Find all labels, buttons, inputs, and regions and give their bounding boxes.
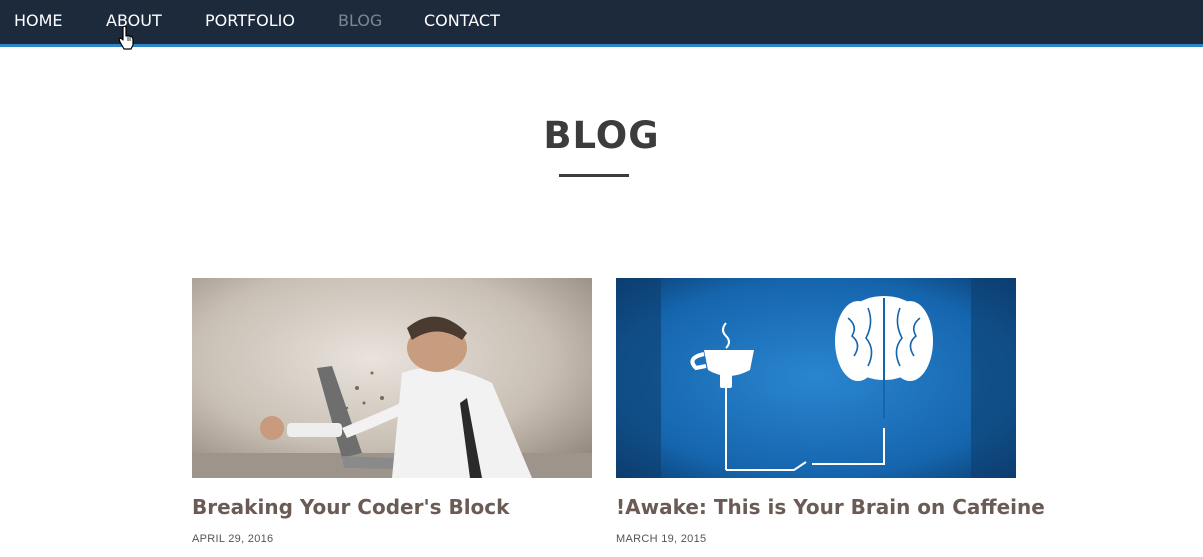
- nav-contact-link[interactable]: CONTACT: [424, 11, 500, 30]
- blog-post-card: Breaking Your Coder's Block APRIL 29, 20…: [192, 278, 592, 545]
- post-date: MARCH 19, 2015: [616, 533, 707, 545]
- blog-post-card: !Awake: This is Your Brain on Caffeine M…: [616, 278, 1045, 545]
- nav-home-link[interactable]: HOME: [14, 11, 63, 30]
- post-title-link[interactable]: !Awake: This is Your Brain on Caffeine: [616, 495, 1045, 519]
- post-thumbnail-brain-on-caffeine[interactable]: [616, 278, 1016, 478]
- page-title: BLOG: [543, 114, 660, 157]
- nav-portfolio-link[interactable]: PORTFOLIO: [205, 11, 295, 30]
- hand-pointer-cursor-icon: [118, 26, 134, 50]
- post-title-link[interactable]: Breaking Your Coder's Block: [192, 495, 592, 519]
- post-thumbnail-coders-block[interactable]: [192, 278, 592, 478]
- title-underline: [559, 174, 629, 177]
- top-navbar: HOME ABOUT PORTFOLIO BLOG CONTACT: [0, 0, 1203, 47]
- nav-blog-link[interactable]: BLOG: [338, 11, 382, 30]
- post-date: APRIL 29, 2016: [192, 533, 274, 545]
